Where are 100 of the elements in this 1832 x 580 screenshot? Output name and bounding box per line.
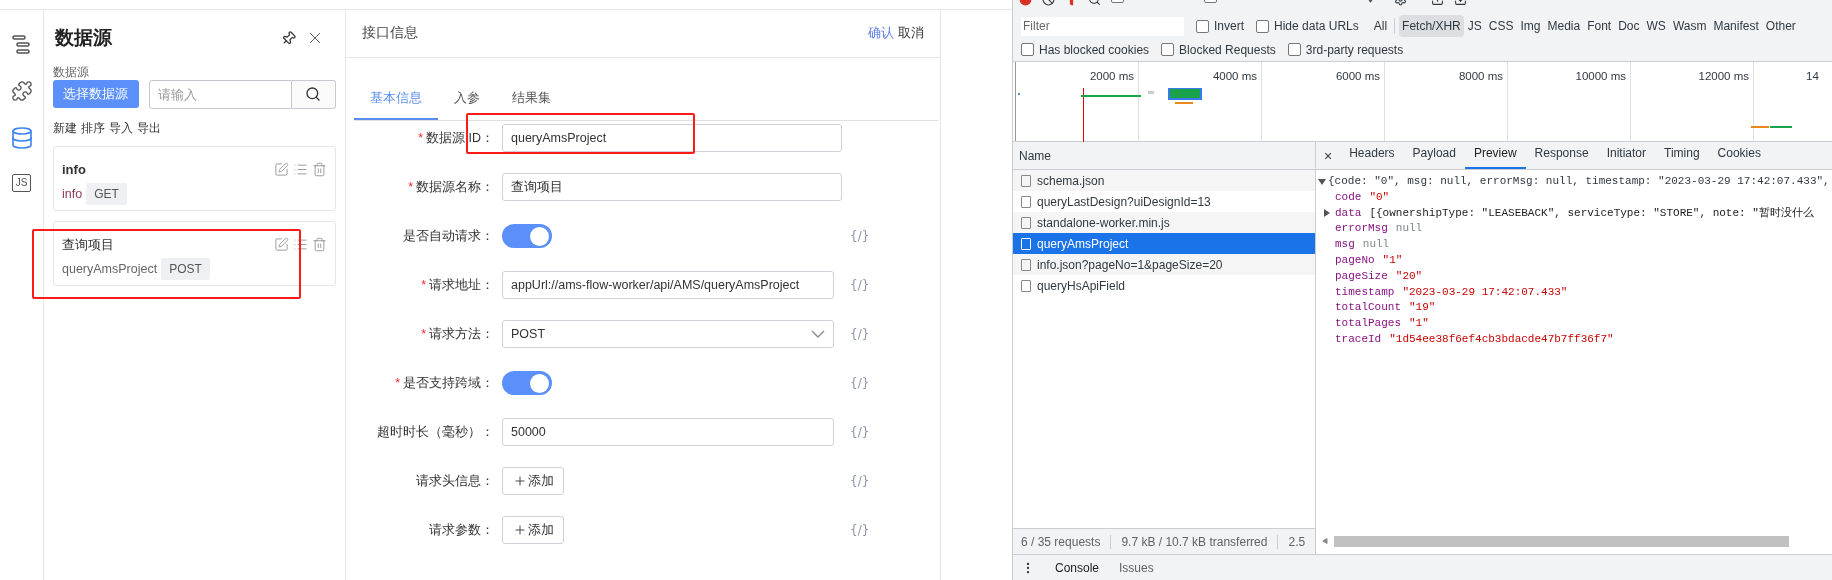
field-label: 超时时长（毫秒）：: [376, 423, 494, 441]
field-label: 请求参数：: [428, 521, 494, 539]
puzzle-icon[interactable]: [10, 80, 33, 102]
type-filter[interactable]: Img: [1517, 15, 1544, 37]
toggle-switch[interactable]: [502, 224, 552, 249]
type-filter[interactable]: Font: [1584, 15, 1615, 37]
request-row[interactable]: info.json?pageNo=1&pageSize=20: [1013, 254, 1315, 275]
text-field[interactable]: 50000: [502, 418, 834, 447]
option-label[interactable]: Blocked Requests: [1179, 40, 1276, 59]
js-icon[interactable]: JS: [11, 174, 32, 192]
type-filter[interactable]: WS: [1643, 15, 1669, 37]
edit-icon[interactable]: [274, 236, 289, 252]
timeline-tick: 14: [1806, 69, 1819, 82]
filter-field[interactable]: Filter: [1021, 16, 1184, 36]
checkbox[interactable]: [1256, 19, 1269, 33]
json-value: "2023-03-29 17:42:07.433": [1402, 284, 1568, 300]
timeline-tick: 6000 ms: [1335, 69, 1380, 82]
datasource-id: info: [62, 185, 83, 203]
request-row[interactable]: schema.json: [1013, 170, 1315, 191]
action-link[interactable]: 导入: [109, 118, 133, 137]
json-key: timestamp: [1335, 284, 1395, 301]
type-filter[interactable]: Manifest: [1710, 15, 1762, 37]
type-filter[interactable]: Other: [1762, 15, 1799, 37]
search-field[interactable]: 请输入: [148, 79, 292, 109]
detail-tab[interactable]: Response: [1525, 144, 1598, 169]
drawer-tab[interactable]: Issues: [1119, 558, 1154, 577]
type-filter[interactable]: JS: [1464, 15, 1485, 37]
json-key: traceId: [1335, 331, 1382, 348]
file-icon: [1021, 174, 1031, 187]
plus-icon: [512, 523, 527, 538]
detail-tab[interactable]: Headers: [1340, 144, 1404, 169]
text-field[interactable]: appUrl://ams-flow-worker/api/AMS/queryAmsProject: [502, 271, 834, 300]
detail-tab[interactable]: Payload: [1403, 144, 1465, 169]
trash-icon[interactable]: [312, 236, 327, 252]
search-icon: [305, 86, 322, 102]
file-icon: [1021, 195, 1031, 208]
toggle-switch[interactable]: [502, 371, 552, 396]
database-icon[interactable]: [9, 126, 34, 150]
tab[interactable]: 结果集: [496, 85, 567, 120]
checkbox[interactable]: [1161, 43, 1175, 56]
file-icon: [1021, 237, 1031, 250]
detail-tab[interactable]: Preview: [1464, 144, 1526, 169]
request-row[interactable]: queryAmsProject: [1013, 233, 1315, 254]
json-key: pageSize: [1335, 268, 1388, 285]
scroll-left-icon[interactable]: [1322, 538, 1328, 544]
status-text: 9.7 kB / 10.7 kB transferred: [1121, 533, 1268, 551]
option-label[interactable]: Hide data URLs: [1274, 17, 1359, 35]
edit-icon[interactable]: [274, 161, 289, 177]
checkbox[interactable]: [1021, 43, 1034, 56]
detail-tab[interactable]: Initiator: [1597, 144, 1655, 169]
action-link[interactable]: 导出: [137, 118, 161, 137]
method-tag: POST: [161, 258, 210, 280]
json-summary: {code: "0", msg: null, errorMsg: null, timestamp: "2023-03-29 17:42:07.433",: [1328, 174, 1830, 189]
action-link[interactable]: 新建: [53, 118, 77, 137]
type-filter[interactable]: Wasm: [1669, 15, 1710, 37]
detail-tab[interactable]: Cookies: [1708, 144, 1770, 169]
datasource-card[interactable]: 查询项目 queryAmsProject POST: [53, 220, 336, 286]
checkbox[interactable]: [1287, 43, 1301, 56]
drawer-tab[interactable]: Console: [1055, 558, 1100, 577]
field-label: 是否自动请求：: [402, 227, 494, 245]
checkbox[interactable]: [1196, 19, 1209, 33]
status-text: 6 / 35 requests: [1021, 533, 1101, 551]
list-icon[interactable]: [293, 236, 308, 252]
expand-arrow-icon[interactable]: [1318, 178, 1326, 185]
type-filter[interactable]: Media: [1544, 15, 1584, 37]
confirm-link[interactable]: 确认: [868, 24, 894, 43]
timeline-tick: 4000 ms: [1212, 69, 1257, 82]
datasource-card[interactable]: info info GET: [53, 145, 336, 211]
json-value: [{ownershipType: "LEASEBACK", serviceType: "STORE", note: "暂时没什么: [1369, 205, 1814, 221]
type-filter[interactable]: All: [1370, 15, 1391, 37]
tab[interactable]: 入参: [438, 85, 496, 120]
chevron-down-icon: [811, 330, 825, 339]
timeline-tick: 12000 ms: [1698, 69, 1749, 82]
expand-arrow-icon[interactable]: [1324, 209, 1330, 218]
text-field[interactable]: 查询项目: [502, 173, 842, 202]
request-row[interactable]: standalone-worker.min.js: [1013, 212, 1315, 233]
text-field[interactable]: queryAmsProject: [502, 124, 842, 153]
type-filter[interactable]: CSS: [1485, 15, 1517, 37]
timeline-tick: 2000 ms: [1089, 69, 1134, 82]
close-button[interactable]: ×: [1324, 149, 1341, 169]
option-label[interactable]: 3rd-party requests: [1305, 40, 1404, 59]
field-label: * 数据源名称：: [407, 178, 494, 196]
cancel-link[interactable]: 取消: [898, 24, 924, 43]
select-field[interactable]: POST: [502, 320, 834, 349]
outline-icon[interactable]: [10, 34, 33, 56]
field-label: * 请求方法：: [420, 325, 494, 343]
add-button[interactable]: 添加: [502, 516, 564, 545]
option-label[interactable]: Has blocked cookies: [1039, 40, 1150, 59]
option-label[interactable]: Invert: [1214, 17, 1244, 35]
detail-tab[interactable]: Timing: [1655, 144, 1709, 169]
type-filter[interactable]: Fetch/XHR: [1399, 15, 1464, 37]
trash-icon[interactable]: [312, 161, 327, 177]
search-button[interactable]: [291, 79, 336, 109]
action-link[interactable]: 排序: [81, 118, 105, 137]
scrollbar-thumb[interactable]: [1334, 535, 1789, 547]
card-title: info: [62, 160, 86, 179]
add-button[interactable]: 添加: [502, 467, 564, 496]
method-tag: GET: [86, 183, 127, 205]
type-filter[interactable]: Doc: [1615, 15, 1643, 37]
list-icon[interactable]: [293, 161, 308, 177]
